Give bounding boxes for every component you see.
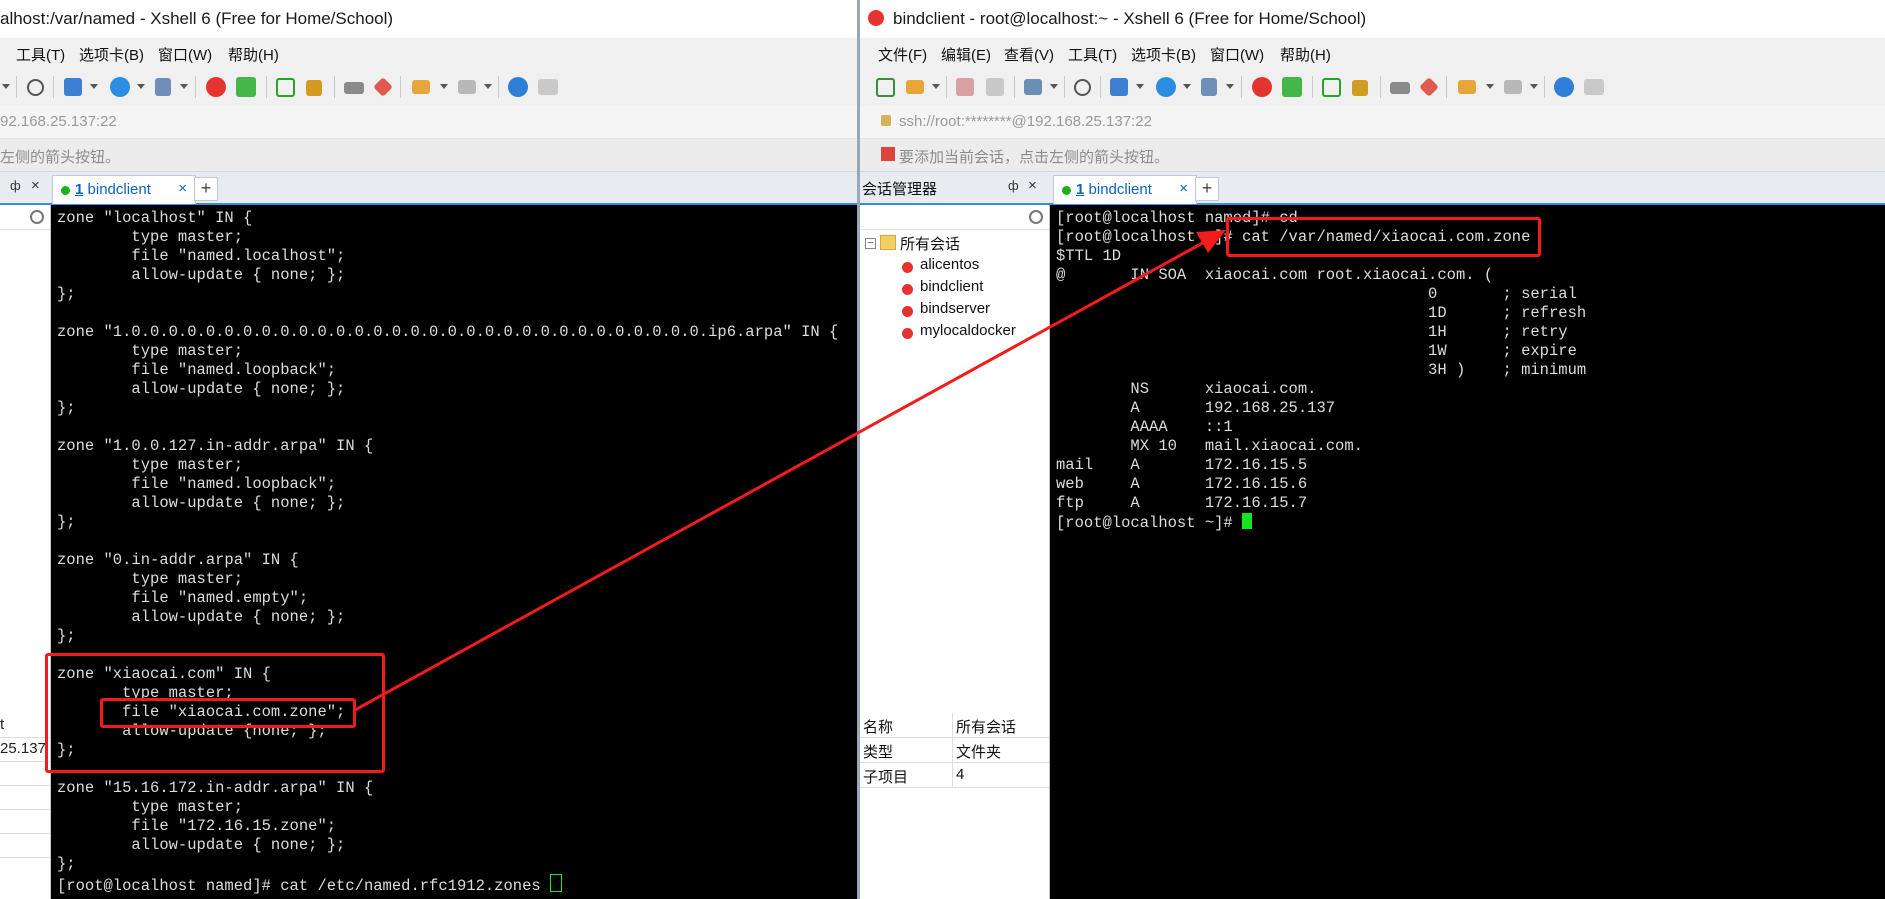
arrow-head-icon	[1196, 230, 1226, 253]
arrow-line	[354, 238, 1209, 712]
annotation-arrow	[354, 230, 1226, 712]
